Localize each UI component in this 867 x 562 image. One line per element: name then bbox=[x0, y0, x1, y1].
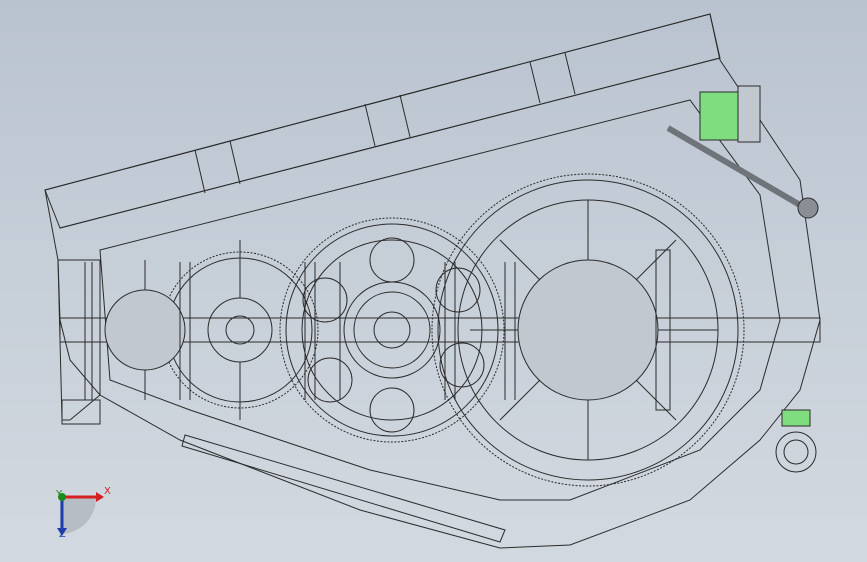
axis-x-label: X bbox=[104, 486, 111, 497]
gear2-lightening-hole bbox=[439, 342, 485, 388]
cad-viewport[interactable]: X Y Z bbox=[0, 0, 867, 562]
gearbox-model[interactable] bbox=[0, 0, 867, 562]
output-spoke bbox=[499, 379, 541, 421]
gear2-hub bbox=[353, 291, 431, 369]
axis-z-label: Z bbox=[59, 529, 66, 540]
flange-rib bbox=[229, 140, 241, 185]
flange-rib bbox=[194, 149, 206, 194]
x-arrow bbox=[96, 492, 104, 502]
bottom-rail bbox=[181, 434, 506, 543]
flange-rib bbox=[399, 94, 411, 138]
output-spoke bbox=[499, 239, 541, 281]
dipstick-knob bbox=[797, 197, 819, 219]
lifting-eye-collar bbox=[781, 409, 811, 427]
bolt-hex-head bbox=[737, 85, 761, 143]
gear2-lightening-hole bbox=[369, 237, 415, 283]
lifting-eye bbox=[775, 409, 817, 473]
left-bearing-boss bbox=[57, 259, 101, 421]
gear2-lightening-hole bbox=[435, 267, 481, 313]
housing-top-flange bbox=[44, 13, 721, 229]
flange-rib bbox=[364, 103, 376, 147]
flange-line bbox=[59, 57, 721, 229]
gear1-bore bbox=[225, 315, 255, 345]
axis-y-label: Y bbox=[56, 489, 63, 500]
gear2-lightening-hole bbox=[369, 387, 415, 433]
gear1-hub bbox=[207, 297, 273, 363]
flange-rib bbox=[529, 61, 541, 104]
gear2-bore bbox=[373, 311, 411, 349]
dipstick-assembly bbox=[666, 85, 819, 219]
gear2-hub-outer bbox=[343, 281, 441, 379]
lifting-eye-hole bbox=[783, 439, 809, 465]
flange-rib bbox=[564, 52, 576, 95]
lifting-eye-ring bbox=[775, 431, 817, 473]
drain-plug-bolt bbox=[699, 91, 739, 141]
output-gear-hub bbox=[517, 259, 659, 401]
input-shaft-bearing bbox=[104, 289, 186, 371]
